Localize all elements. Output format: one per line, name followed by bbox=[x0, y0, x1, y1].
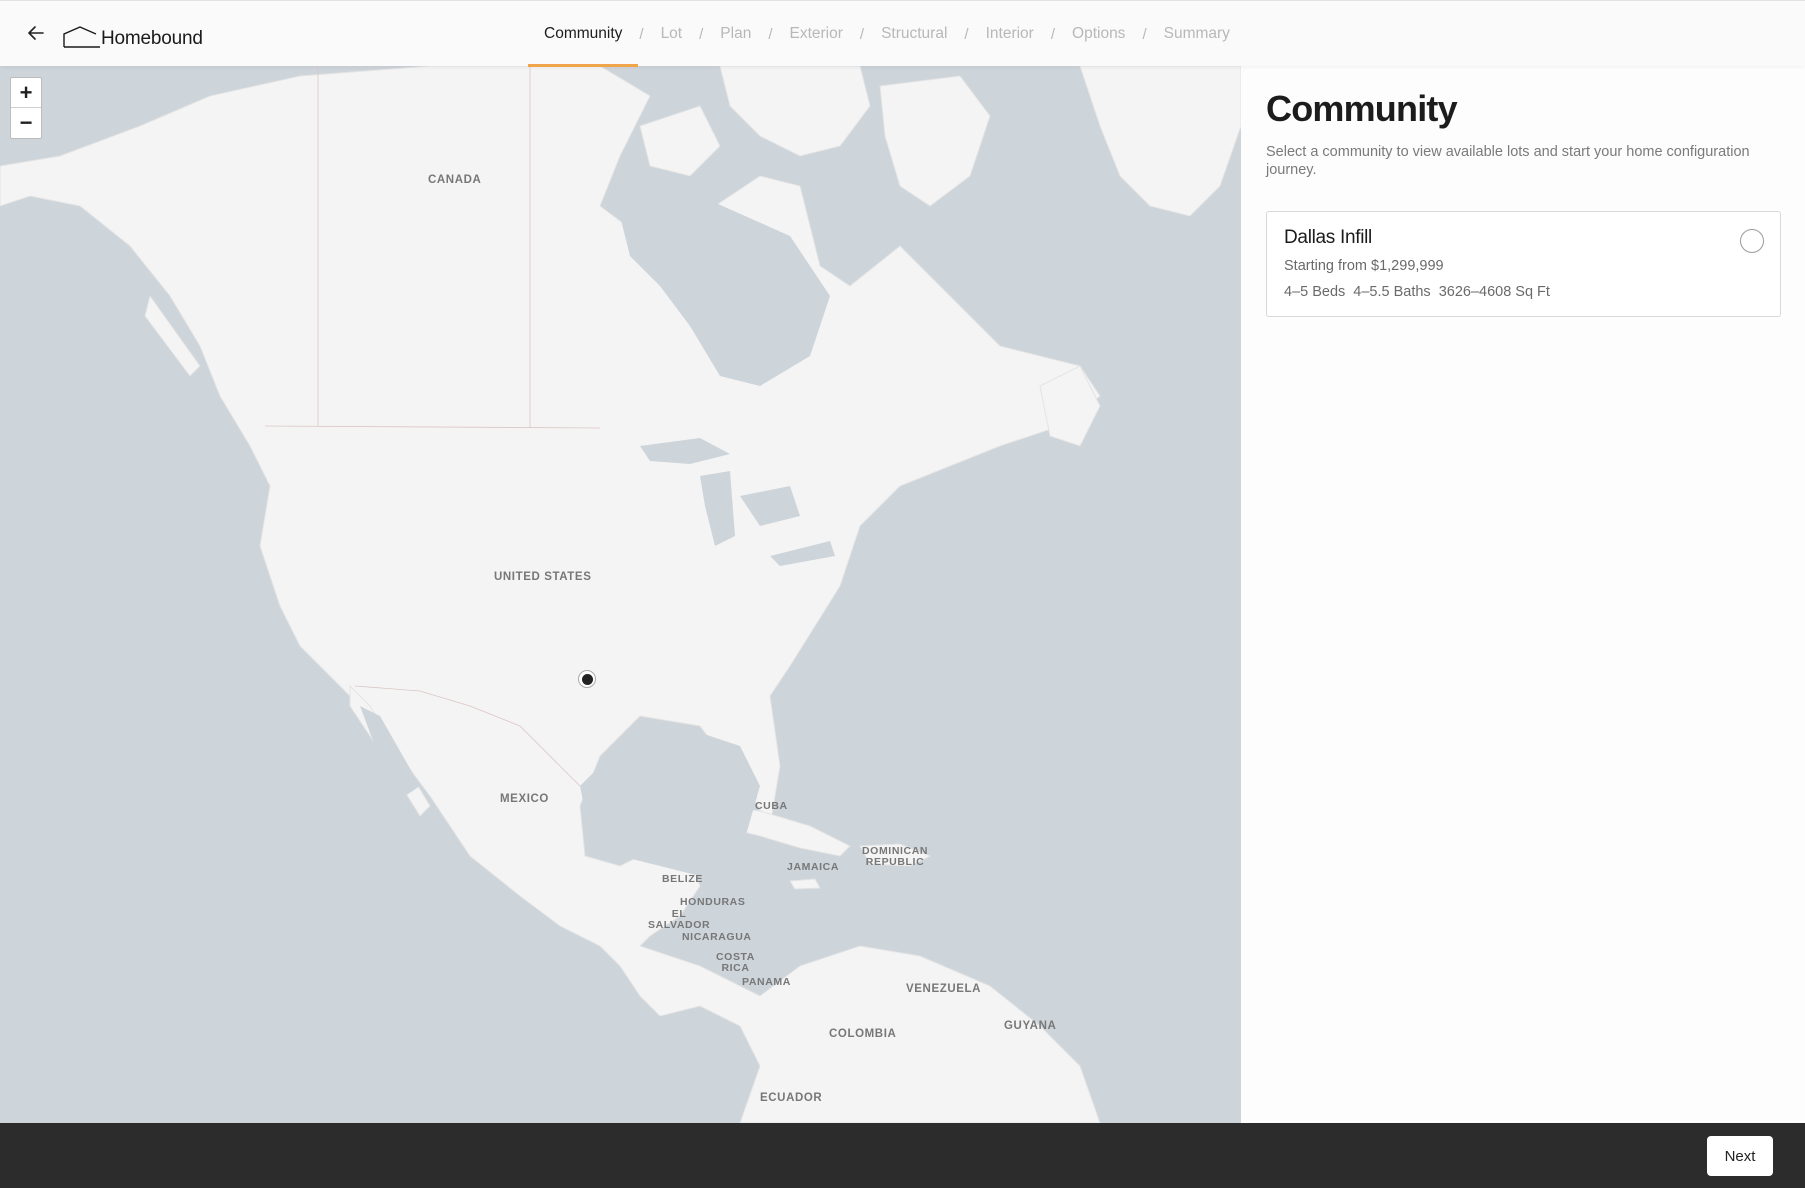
zoom-in-button[interactable]: + bbox=[11, 78, 41, 108]
homebound-logo[interactable]: Homebound bbox=[63, 21, 203, 49]
map-label-ecuador: ECUADOR bbox=[760, 1092, 823, 1104]
map-label-jamaica: JAMAICA bbox=[787, 861, 840, 873]
map-label-belize: BELIZE bbox=[662, 873, 703, 885]
page-description: Select a community to view available lot… bbox=[1266, 144, 1750, 178]
map-landmass bbox=[0, 66, 1241, 1123]
next-button[interactable]: Next bbox=[1707, 1136, 1773, 1176]
top-nav-bar: Homebound Community / Lot / Plan / Exter… bbox=[0, 0, 1805, 67]
page-title: Community bbox=[1266, 88, 1458, 129]
map-label-costa-rica: COSTA RICA bbox=[716, 951, 755, 975]
community-sqft: 3626–4608 Sq Ft bbox=[1438, 284, 1550, 300]
map-label-mexico: MEXICO bbox=[500, 793, 549, 805]
community-baths: 4–5.5 Baths bbox=[1353, 284, 1431, 300]
step-options[interactable]: Options bbox=[1056, 1, 1141, 67]
configuration-steps: Community / Lot / Plan / Exterior / Stru… bbox=[528, 1, 1246, 67]
community-card-dallas-infill[interactable]: Dallas Infill Starting from $1,299,999 4… bbox=[1266, 211, 1781, 317]
logo-text: Homebound bbox=[101, 28, 203, 49]
map-label-canada: CANADA bbox=[428, 174, 482, 186]
map-zoom-control: + − bbox=[10, 77, 42, 139]
community-beds: 4–5 Beds bbox=[1284, 284, 1346, 300]
house-outline-icon bbox=[63, 26, 100, 48]
map-label-colombia: COLOMBIA bbox=[829, 1028, 897, 1040]
community-name: Dallas Infill bbox=[1284, 227, 1372, 248]
community-map[interactable]: + − CANADA UNITED STATES MEXICO CUBA JAM… bbox=[0, 66, 1241, 1123]
map-label-venezuela: VENEZUELA bbox=[906, 983, 982, 995]
step-plan[interactable]: Plan bbox=[704, 1, 767, 67]
map-label-united-states: UNITED STATES bbox=[494, 571, 592, 583]
back-arrow-icon[interactable] bbox=[24, 21, 48, 45]
step-summary[interactable]: Summary bbox=[1148, 1, 1246, 67]
step-exterior[interactable]: Exterior bbox=[774, 1, 859, 67]
map-label-nicaragua: NICARAGUA bbox=[682, 931, 752, 943]
step-lot[interactable]: Lot bbox=[645, 1, 699, 67]
map-label-cuba: CUBA bbox=[755, 800, 788, 812]
community-select-radio[interactable] bbox=[1740, 229, 1764, 253]
community-price: Starting from $1,299,999 bbox=[1284, 258, 1444, 274]
step-interior[interactable]: Interior bbox=[970, 1, 1050, 67]
map-label-honduras: HONDURAS bbox=[680, 896, 746, 908]
step-structural[interactable]: Structural bbox=[865, 1, 963, 67]
zoom-out-button[interactable]: − bbox=[11, 108, 41, 138]
community-stats: 4–5 Beds 4–5.5 Baths 3626–4608 Sq Ft bbox=[1284, 284, 1550, 300]
dallas-infill-map-pin[interactable] bbox=[578, 670, 596, 688]
step-community[interactable]: Community bbox=[528, 1, 639, 67]
map-label-guyana: GUYANA bbox=[1004, 1020, 1057, 1032]
map-label-panama: PANAMA bbox=[742, 976, 791, 988]
footer-bar: Next bbox=[0, 1123, 1805, 1188]
map-label-el-salvador: EL SALVADOR bbox=[648, 908, 711, 932]
map-label-dominican-republic: DOMINICAN REPUBLIC bbox=[862, 845, 929, 869]
community-panel: Community Select a community to view ava… bbox=[1241, 66, 1805, 1123]
